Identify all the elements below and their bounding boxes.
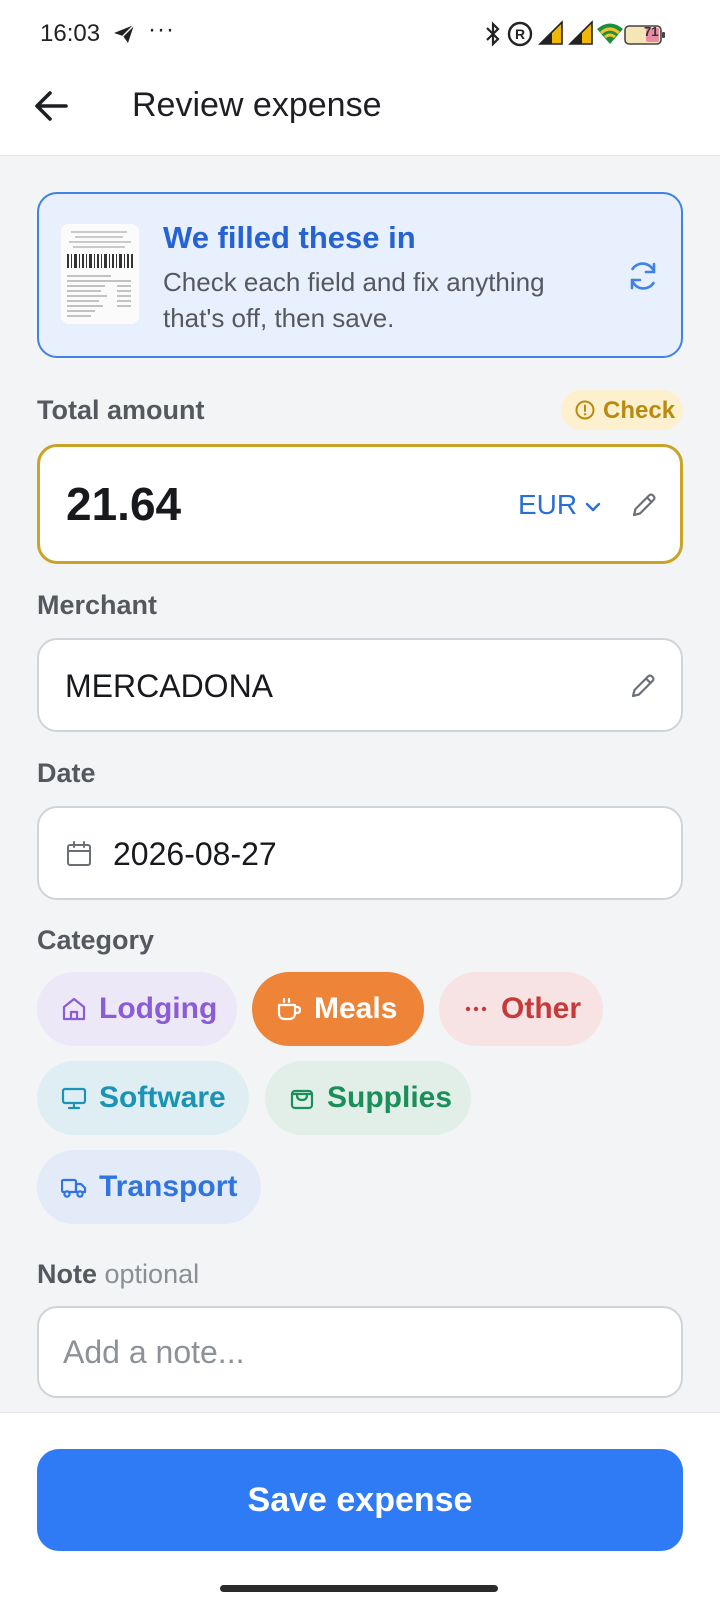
svg-text:R: R	[515, 26, 525, 42]
category-chip-meals[interactable]: Meals	[252, 972, 424, 1046]
signal-icon	[568, 20, 593, 45]
category-chip-transport[interactable]: Transport	[37, 1150, 261, 1224]
footer: Save expense	[0, 1412, 720, 1600]
shopping-bag-icon	[290, 1089, 314, 1110]
check-badge: Check	[561, 390, 683, 430]
note-optional-hint: optional	[104, 1259, 200, 1289]
telegram-icon	[114, 24, 135, 43]
category-label: Category	[37, 925, 155, 955]
note-field[interactable]	[37, 1306, 683, 1398]
pencil-icon[interactable]	[627, 670, 659, 702]
category-chip-label: Meals	[314, 992, 398, 1025]
note-label-text: Note	[37, 1259, 97, 1289]
autofill-info-card: We filled these in Check each field and …	[37, 192, 683, 358]
category-chip-label: Software	[99, 1081, 226, 1114]
category-chip-label: Supplies	[327, 1081, 453, 1114]
category-chip-label: Transport	[99, 1170, 238, 1203]
status-bar: 16:03 ··· R 71	[0, 0, 720, 68]
bluetooth-icon	[486, 21, 500, 47]
pencil-icon[interactable]	[628, 489, 660, 521]
merchant-label: Merchant	[37, 590, 158, 620]
merchant-field[interactable]: MERCADONA	[37, 638, 683, 732]
app-bar: Review expense	[0, 68, 720, 156]
receipt-thumbnail[interactable]	[61, 224, 139, 324]
signal-icon	[538, 20, 563, 45]
date-field[interactable]: 2026-08-27	[37, 806, 683, 900]
home-icon	[62, 997, 86, 1021]
chevron-down-icon	[585, 502, 601, 512]
status-time: 16:03	[40, 20, 101, 47]
category-chip-software[interactable]: Software	[37, 1061, 249, 1135]
check-badge-label: Check	[603, 397, 676, 424]
note-label: Note optional	[37, 1259, 199, 1290]
category-chip-label: Lodging	[99, 992, 218, 1025]
arrow-left-icon[interactable]	[28, 82, 76, 130]
more-dots-icon	[465, 1006, 487, 1012]
info-card-text: Check each field and fix anything that's…	[163, 267, 545, 333]
total-amount-label: Total amount	[37, 395, 205, 425]
total-amount-field[interactable]: 21.64 EUR	[37, 444, 683, 564]
date-label: Date	[37, 758, 96, 788]
category-chip-label: Other	[501, 992, 582, 1025]
date-value[interactable]: 2026-08-27	[113, 836, 277, 873]
currency-select[interactable]: EUR	[518, 489, 601, 523]
coffee-cup-icon	[277, 997, 302, 1021]
page-title: Review expense	[132, 86, 382, 124]
wifi-icon	[597, 23, 623, 44]
home-indicator[interactable]	[220, 1585, 498, 1592]
save-expense-button[interactable]: Save expense	[37, 1449, 683, 1551]
info-card-title: We filled these in	[163, 220, 416, 255]
refresh-icon[interactable]	[623, 256, 663, 296]
battery-level: 71	[644, 24, 659, 39]
monitor-icon	[61, 1087, 87, 1110]
status-overflow: ···	[148, 16, 175, 43]
registered-icon: R	[507, 21, 533, 47]
truck-icon	[61, 1178, 87, 1198]
category-chip-other[interactable]: Other	[439, 972, 603, 1046]
category-chip-lodging[interactable]: Lodging	[37, 972, 237, 1046]
note-input[interactable]	[63, 1324, 653, 1380]
alert-circle-icon	[575, 400, 595, 420]
total-amount-value[interactable]: 21.64	[66, 477, 181, 531]
currency-value: EUR	[518, 489, 578, 520]
calendar-icon	[67, 841, 91, 866]
category-chip-supplies[interactable]: Supplies	[265, 1061, 471, 1135]
merchant-value[interactable]: MERCADONA	[65, 668, 273, 705]
